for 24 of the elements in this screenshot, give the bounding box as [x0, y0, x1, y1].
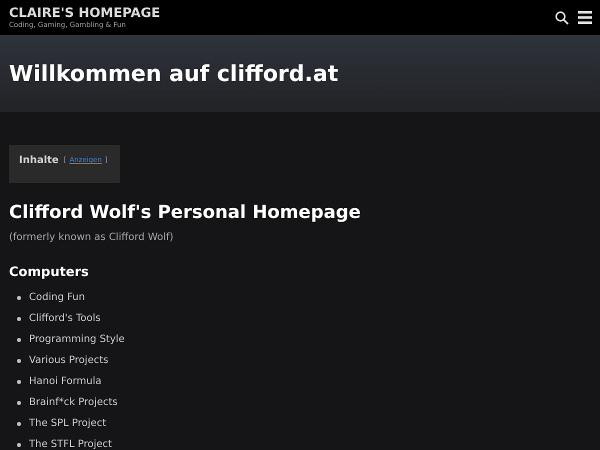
bullet-icon	[17, 296, 21, 300]
nav-link[interactable]: Clifford's Tools	[29, 311, 101, 326]
bullet-icon	[17, 316, 21, 320]
subtitle: (formerly known as Clifford Wolf)	[9, 231, 174, 245]
heading: Clifford Wolf's Personal Homepage	[9, 201, 362, 225]
page-title: Willkommen auf clifford.at	[9, 61, 338, 89]
bullet-icon	[17, 338, 21, 342]
nav-link[interactable]: Coding Fun	[29, 290, 85, 305]
site-title[interactable]: CLAIRE'S HOMEPAGE	[9, 6, 160, 20]
nav-link[interactable]: Brainf*ck Projects	[29, 395, 118, 410]
bullet-icon	[17, 422, 21, 426]
bullet-icon	[17, 442, 21, 446]
nav-link[interactable]: Programming Style	[29, 332, 125, 347]
bullet-icon	[17, 358, 21, 362]
bullet-icon	[17, 400, 21, 404]
bullet-icon	[17, 380, 21, 384]
nav-link[interactable]: The SPL Project	[29, 416, 106, 431]
nav-link[interactable]: Various Projects	[29, 353, 108, 368]
nav-link[interactable]: Hanoi Formula	[29, 374, 102, 389]
section-heading: Computers	[9, 264, 90, 282]
nav-link[interactable]: The STFL Project	[29, 437, 112, 450]
menu-icon[interactable]	[578, 11, 592, 24]
toc-label: Inhalte	[19, 154, 59, 168]
search-icon[interactable]	[555, 10, 569, 24]
